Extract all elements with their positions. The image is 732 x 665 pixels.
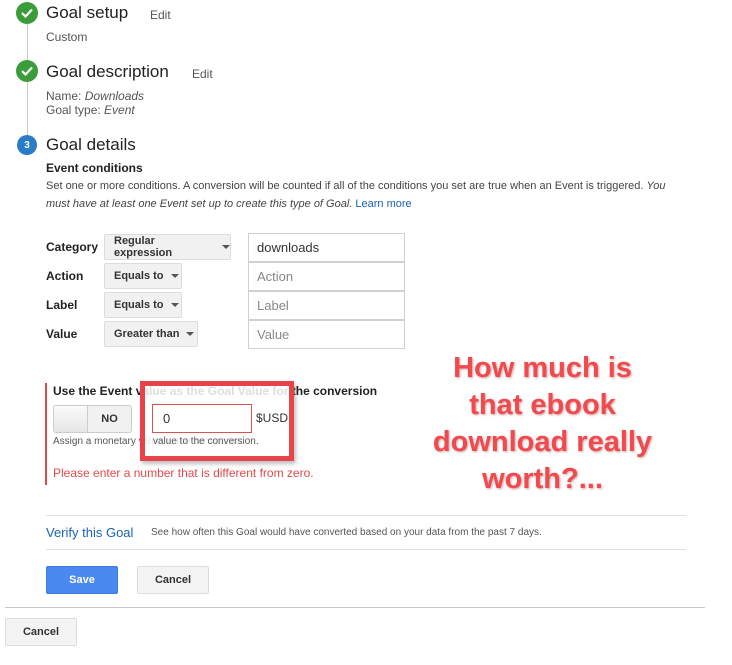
error-indicator-bar [45,383,47,485]
learn-more-link[interactable]: Learn more [355,198,411,210]
step-title-goal-details: Goal details [46,135,136,154]
condition-label-label: Label [46,298,78,312]
label-value-input[interactable]: Label [248,291,405,320]
divider [46,515,686,516]
select-value: Equals to [114,299,164,311]
chevron-down-icon [186,332,195,336]
category-value-input[interactable]: downloads [248,233,405,262]
callout-line: download really [432,426,653,458]
event-conditions-description: Set one or more conditions. A conversion… [46,177,686,213]
error-message: Please enter a number that is different … [53,466,314,480]
chevron-down-icon [170,274,179,278]
goal-value-input[interactable]: 0 [152,404,252,433]
goal-type-value: Event [104,103,135,117]
check-icon [16,2,38,24]
goal-name-value: Downloads [84,89,145,103]
step-number-badge: 3 [17,135,37,155]
select-value: Equals to [114,270,164,282]
goal-name-label: Name: [46,89,82,103]
category-operator-select[interactable]: Regular expression [104,234,231,260]
label-operator-select[interactable]: Equals to [104,292,182,318]
annotation-callout: How much is that ebook download really w… [405,350,680,498]
step-title-goal-setup: Goal setup [46,3,129,22]
goal-name: Name: Downloads [46,89,144,103]
condition-label-category: Category [46,240,99,254]
condition-label-value: Value [46,327,78,341]
action-operator-select[interactable]: Equals to [104,263,182,289]
chevron-down-icon [222,245,230,249]
goal-type-label: Goal type: [46,103,101,117]
goal-setup-value: Custom [46,30,88,44]
goal-type: Goal type: Event [46,103,135,117]
description-text: Set one or more conditions. A conversion… [46,180,644,192]
toggle-label: NO [101,413,118,425]
cancel-outer-button[interactable]: Cancel [5,618,77,646]
goal-value-hint-overlay: value to the conversion. [153,436,259,447]
value-value-input[interactable]: Value [248,320,405,349]
condition-label-action: Action [46,269,84,283]
action-value-input[interactable]: Action [248,262,405,291]
save-button[interactable]: Save [46,566,118,594]
select-value: Greater than [114,328,180,340]
divider [46,549,686,550]
toggle-knob [54,406,88,432]
check-icon [16,60,38,82]
verify-goal-link[interactable]: Verify this Goal [46,525,133,540]
chevron-down-icon [170,303,179,307]
cancel-button[interactable]: Cancel [137,566,209,594]
callout-line: How much is [453,352,632,384]
value-operator-select[interactable]: Greater than [104,321,198,347]
callout-line: that ebook [469,389,616,421]
event-conditions-heading: Event conditions [46,161,143,175]
divider [5,607,705,608]
edit-goal-setup-link[interactable]: Edit [150,8,171,22]
step-title-goal-description: Goal description [46,62,169,81]
goal-value-toggle[interactable]: NO [53,405,132,433]
verify-goal-description: See how often this Goal would have conve… [151,527,542,538]
select-value: Regular expression [114,235,173,259]
callout-line: worth?... [482,463,603,495]
currency-label: $USD [256,411,289,425]
edit-goal-description-link[interactable]: Edit [192,67,213,81]
